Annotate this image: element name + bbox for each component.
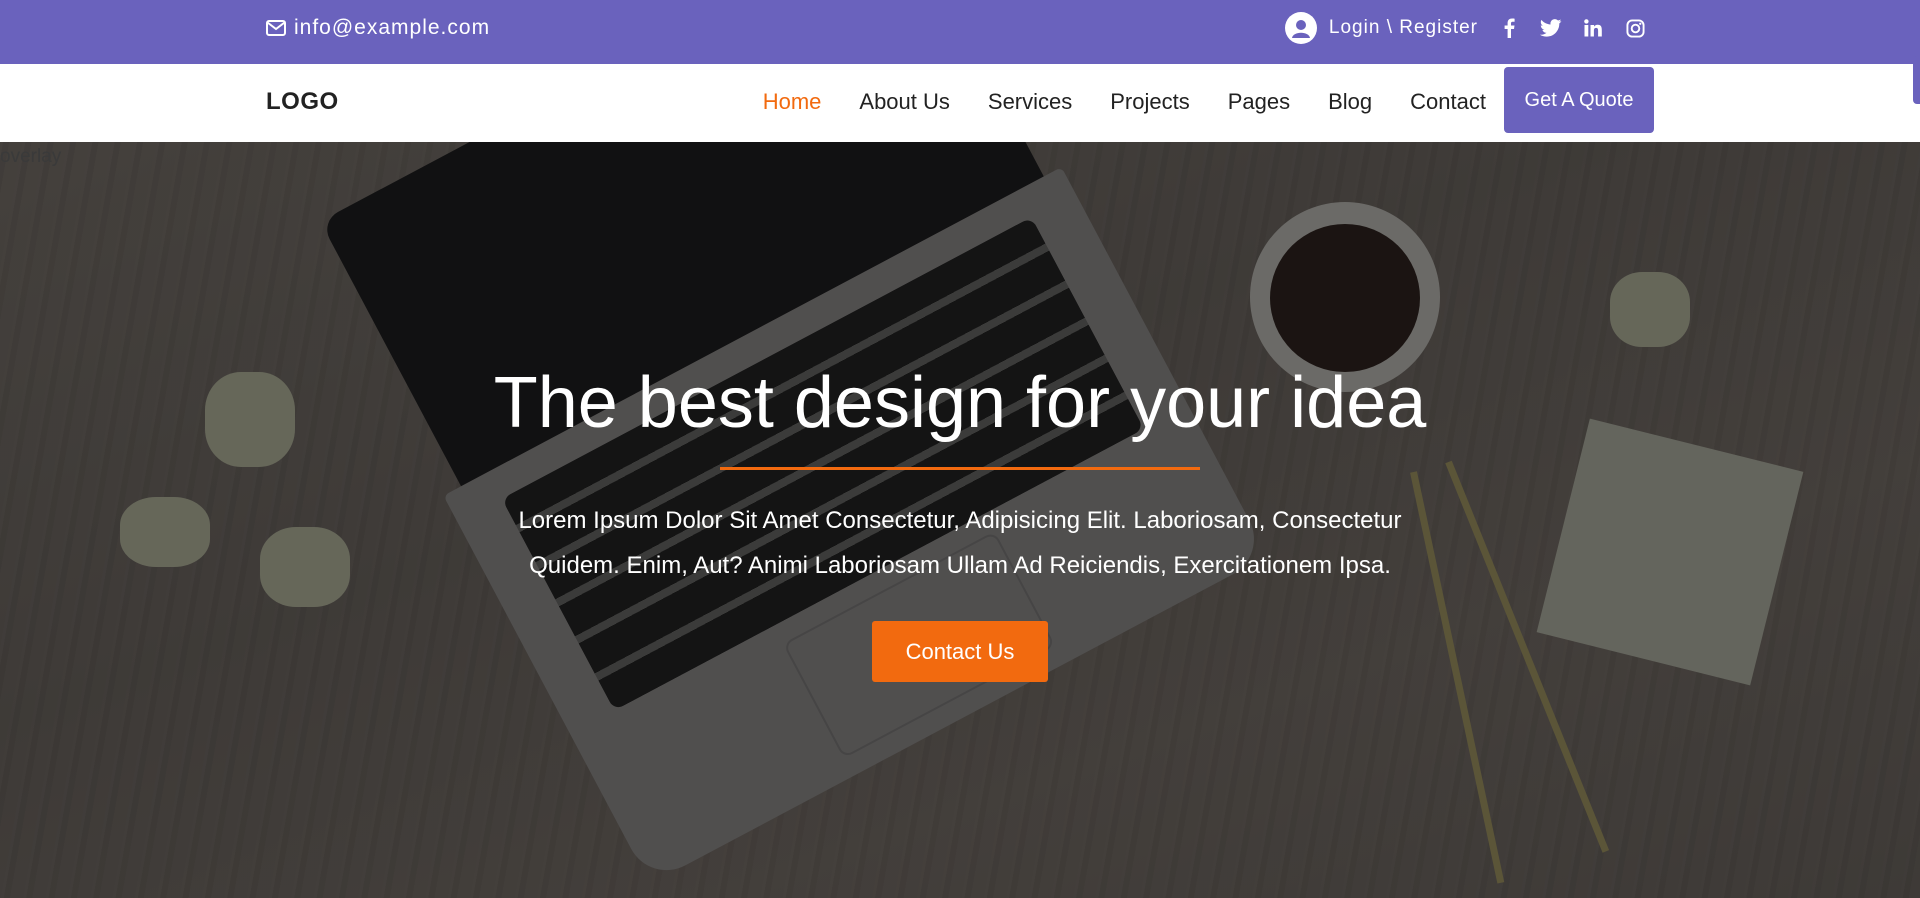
twitter-icon[interactable] bbox=[1540, 17, 1562, 39]
hero-title: The best design for your idea bbox=[493, 363, 1427, 443]
nav-item-pages[interactable]: Pages bbox=[1228, 89, 1290, 115]
nav-item-projects[interactable]: Projects bbox=[1110, 89, 1189, 115]
social-links bbox=[1498, 17, 1646, 39]
nav-item-services[interactable]: Services bbox=[988, 89, 1072, 115]
scrollbar-thumb[interactable] bbox=[1913, 56, 1920, 104]
site-logo[interactable]: LOGO bbox=[266, 88, 339, 116]
envelope-icon bbox=[266, 20, 286, 36]
contact-us-button[interactable]: Contact Us bbox=[872, 621, 1048, 682]
nav-item-contact[interactable]: Contact bbox=[1410, 89, 1486, 115]
hero-description: Lorem Ipsum Dolor Sit Amet Consectetur, … bbox=[518, 507, 1402, 579]
nav-item-home[interactable]: Home bbox=[763, 89, 822, 115]
top-bar-right: Login \ Register bbox=[1284, 12, 1646, 44]
login-register-link[interactable]: Login \ Register bbox=[1284, 12, 1478, 44]
hero-divider bbox=[720, 467, 1200, 470]
nav-item-blog[interactable]: Blog bbox=[1328, 89, 1372, 115]
get-a-quote-button[interactable]: Get A Quote bbox=[1504, 67, 1654, 133]
user-icon bbox=[1284, 12, 1317, 44]
overlay-label: overlay bbox=[0, 146, 62, 167]
login-register-label: Login \ Register bbox=[1328, 17, 1478, 38]
top-bar: info@example.com Login \ Register bbox=[0, 0, 1920, 64]
linkedin-icon[interactable] bbox=[1582, 17, 1604, 39]
nav-item-about-us[interactable]: About Us bbox=[859, 89, 950, 115]
facebook-icon[interactable] bbox=[1498, 17, 1520, 39]
email-link[interactable]: info@example.com bbox=[266, 16, 490, 40]
main-navbar: LOGO Home About Us Services Projects Pag… bbox=[0, 64, 1920, 142]
main-nav: Home About Us Services Projects Pages Bl… bbox=[763, 89, 1486, 115]
hero-section: overlay The best design for your idea Lo… bbox=[0, 142, 1920, 898]
email-text: info@example.com bbox=[294, 16, 491, 39]
instagram-icon[interactable] bbox=[1624, 17, 1646, 39]
